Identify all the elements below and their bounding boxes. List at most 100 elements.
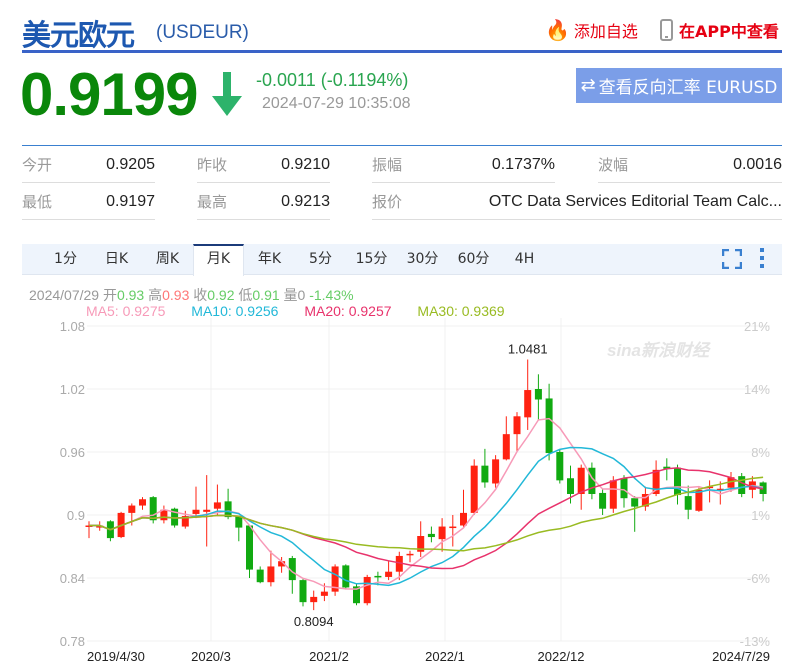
ma30-legend: MA30: 0.9369 (417, 303, 505, 319)
y-right-tick-label: -6% (747, 571, 771, 586)
candle (470, 459, 478, 515)
info-open: 0.93 (116, 287, 145, 303)
tab-60min[interactable]: 60分 (448, 244, 499, 274)
x-tick-label: 2020/3 (191, 649, 231, 664)
candle (502, 416, 510, 461)
y-tick-label: 1.02 (60, 382, 85, 397)
info-close-label: 收 (193, 287, 208, 303)
fullscreen-icon[interactable] (721, 248, 743, 274)
info-low: 0.91 (252, 287, 280, 303)
tab-15min[interactable]: 15分 (346, 244, 397, 274)
candle (492, 455, 500, 488)
stat-amplitude: 振幅 0.1737% (372, 147, 555, 183)
phone-icon (660, 19, 673, 41)
tab-1min[interactable]: 1分 (40, 244, 91, 274)
x-tick-label: 2019/4/30 (87, 649, 145, 664)
tab-5min[interactable]: 5分 (295, 244, 346, 274)
candle (417, 521, 425, 557)
y-right-tick-label: 1% (751, 508, 770, 523)
tab-weekly[interactable]: 周K (142, 244, 193, 274)
candle (577, 464, 585, 510)
ma10-legend: MA10: 0.9256 (191, 303, 279, 319)
candle (353, 583, 360, 606)
candle (363, 574, 371, 606)
candle (449, 515, 457, 547)
stat-value: 0.9205 (106, 155, 155, 173)
stats-divider (22, 145, 782, 146)
candle (342, 564, 350, 590)
candle (85, 521, 93, 539)
info-vol: 0 (297, 287, 306, 303)
candle (599, 488, 607, 515)
reverse-rate-button[interactable]: ⇄ 查看反向汇率 EURUSD (576, 68, 782, 103)
stat-high: 最高 0.9213 (197, 184, 330, 220)
stat-label: 最高 (197, 193, 228, 211)
stat-quote-source: 报价 OTC Data Services Editorial Team Calc.… (372, 184, 782, 220)
candle-info: 2024/07/29 开0.93 高0.93 收0.92 低0.91 量0 -1… (29, 285, 354, 305)
candle (738, 473, 746, 498)
add-watchlist-label: 添加自选 (573, 22, 638, 41)
max-annotation: 1.0481 (508, 341, 548, 356)
watermark: sina新浪财经 (607, 341, 711, 360)
stat-range: 波幅 0.0016 (598, 147, 782, 183)
candle (641, 486, 649, 511)
y-tick-label: 0.9 (67, 508, 85, 523)
candle (406, 550, 414, 563)
stat-value: 0.9197 (106, 192, 155, 210)
candle (481, 448, 489, 488)
x-tick-label: 2021/2 (309, 649, 349, 664)
title-divider (22, 50, 782, 53)
swap-icon: ⇄ (580, 75, 596, 96)
fire-icon: 🔥 (545, 18, 570, 42)
candle (224, 488, 232, 520)
y-tick-label: 1.08 (60, 319, 85, 334)
stat-label: 今开 (22, 156, 53, 174)
ma10-line (89, 446, 764, 587)
info-pct: -1.43% (309, 287, 354, 303)
reverse-rate-label: 查看反向汇率 EURUSD (598, 78, 778, 98)
y-right-tick-label: -13% (740, 634, 771, 649)
x-tick-label: 2022/12 (538, 649, 585, 664)
grid (87, 318, 770, 642)
stat-label: 报价 (372, 193, 403, 211)
view-in-app-button[interactable]: 在APP中查看 (660, 18, 779, 42)
candle (267, 550, 275, 587)
candle (203, 475, 211, 547)
tab-4h[interactable]: 4H (499, 244, 550, 274)
candle (513, 412, 521, 452)
ma5-legend: MA5: 0.9275 (86, 303, 166, 319)
candle (235, 516, 243, 542)
candle (524, 359, 532, 430)
y-right-tick-label: 21% (744, 319, 770, 334)
info-low-label: 低 (238, 287, 253, 303)
add-watchlist-button[interactable]: 🔥 添加自选 (545, 18, 638, 42)
stat-value: 0.1737% (491, 155, 555, 173)
candle (246, 525, 253, 578)
y-tick-label: 0.84 (60, 571, 85, 586)
view-in-app-label: 在APP中查看 (679, 22, 779, 41)
candle (149, 496, 157, 524)
symbol-code: (USDEUR) (156, 22, 249, 43)
candle (631, 496, 639, 532)
quote-time: 2024-07-29 10:35:08 (262, 95, 411, 112)
candle (556, 449, 564, 484)
stat-low: 最低 0.9197 (22, 184, 155, 220)
stat-label: 波幅 (598, 156, 629, 174)
candle (310, 590, 318, 611)
current-price: 0.9199 (20, 61, 199, 128)
stat-open: 今开 0.9205 (22, 147, 155, 183)
candle (460, 489, 467, 528)
y-right-tick-label: 8% (751, 445, 770, 460)
tab-yearly[interactable]: 年K (244, 244, 295, 274)
tab-30min[interactable]: 30分 (397, 244, 448, 274)
tab-monthly[interactable]: 月K (193, 244, 244, 276)
tab-daily[interactable]: 日K (91, 244, 142, 274)
more-options-icon[interactable] (760, 248, 764, 272)
stat-value: OTC Data Services Editorial Team Calc... (488, 192, 782, 210)
info-open-label: 开 (102, 287, 117, 303)
period-tabs: 1分 日K 周K 月K 年K 5分 15分 30分 60分 4H (22, 244, 782, 276)
min-annotation: 0.8094 (294, 614, 334, 629)
candlestick-chart[interactable]: sina新浪财经 1.08 1.02 0.96 0.9 0.84 0.78 21% 14% 8%… (22, 318, 782, 665)
price-change: -0.0011 (-0.1194%) (256, 70, 409, 90)
ma5-line (89, 417, 764, 590)
